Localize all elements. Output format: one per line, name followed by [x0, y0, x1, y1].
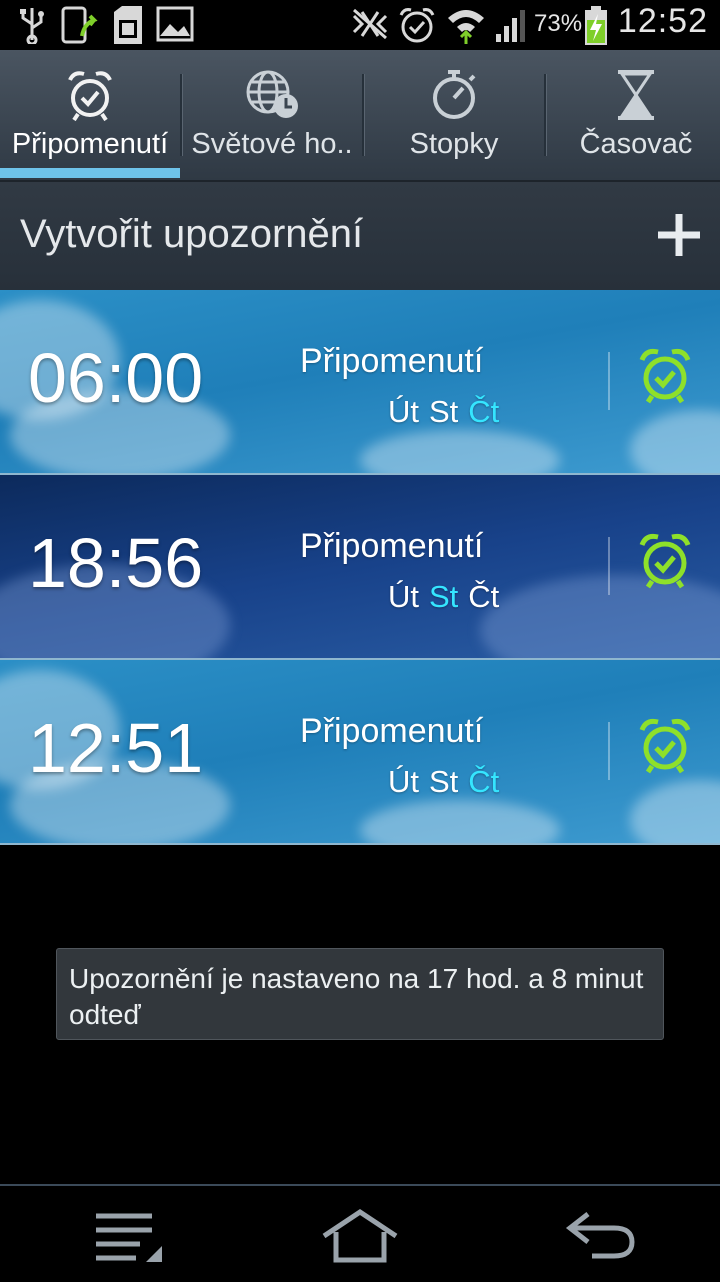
alarm-day: Út — [388, 394, 419, 429]
stopwatch-icon — [433, 70, 476, 119]
alarm-day: Čt — [468, 394, 500, 429]
world-clock-icon — [246, 70, 298, 118]
tab-label: Připomenutí — [11, 128, 169, 160]
toast: Upozornění je nastaveno na 17 hod. a 8 m… — [56, 948, 664, 1040]
sd-card-icon — [114, 6, 142, 44]
tab-label: Časovač — [579, 128, 693, 160]
alarm-name: Připomenutí — [300, 712, 484, 750]
create-alarm-row[interactable]: Vytvořit upozornění — [0, 182, 720, 290]
tab-world-clock[interactable]: Světové ho.. — [182, 50, 362, 180]
alarm-divider — [608, 352, 610, 410]
usb-icon — [20, 8, 44, 44]
phone-upload-icon — [61, 6, 98, 44]
tab-timer[interactable]: Časovač — [546, 50, 720, 180]
clock: 12:52 — [617, 2, 708, 40]
alarm-divider — [608, 537, 610, 595]
alarm-clock-icon — [68, 71, 112, 122]
navigation-bar — [0, 1184, 720, 1282]
alarm-item[interactable]: 18:56 Připomenutí Út St Čt — [0, 475, 720, 660]
alarm-day: Út — [388, 764, 419, 799]
hourglass-icon — [618, 70, 654, 120]
tab-stopwatch[interactable]: Stopky — [364, 50, 544, 180]
alarm-days: Út St Čt — [388, 764, 509, 800]
alarm-name: Připomenutí — [300, 527, 484, 565]
alarm-time: 18:56 — [28, 524, 204, 602]
alarm-time: 12:51 — [28, 709, 204, 787]
alarm-day: St — [429, 394, 459, 429]
alarm-name: Připomenutí — [300, 342, 484, 380]
alarm-days: Út St Čt — [388, 394, 509, 430]
alarm-day: Čt — [468, 764, 500, 799]
alarm-icon — [399, 8, 435, 43]
tab-alarm[interactable]: Připomenutí — [0, 50, 180, 180]
back-icon[interactable] — [562, 1208, 642, 1264]
alarm-item[interactable]: 06:00 Připomenutí Út St Čt — [0, 290, 720, 475]
alarm-toggle-icon[interactable] — [636, 531, 694, 589]
toast-text: Upozornění je nastaveno na 17 hod. a 8 m… — [69, 963, 644, 1030]
battery-percent: 73% — [534, 10, 583, 37]
tab-label: Světové ho.. — [191, 128, 353, 160]
wifi-icon — [448, 10, 484, 44]
alarm-day: Út — [388, 579, 419, 614]
active-tab-indicator — [0, 168, 180, 178]
home-icon[interactable] — [320, 1208, 400, 1264]
menu-icon[interactable] — [90, 1208, 170, 1264]
alarm-day: St — [429, 579, 459, 614]
alarm-days: Út St Čt — [388, 579, 509, 615]
alarm-time: 06:00 — [28, 339, 204, 417]
signal-icon — [496, 10, 525, 42]
status-bar: 73% 12:52 — [0, 0, 720, 50]
alarm-day: St — [429, 764, 459, 799]
mute-icon — [352, 8, 388, 40]
tab-label: Stopky — [409, 128, 499, 160]
alarm-toggle-icon[interactable] — [636, 716, 694, 774]
create-alarm-label: Vytvořit upozornění — [20, 212, 364, 256]
plus-icon[interactable] — [656, 212, 702, 258]
battery-charging-icon — [585, 6, 607, 45]
alarm-divider — [608, 722, 610, 780]
alarm-day: Čt — [468, 579, 500, 614]
image-icon — [156, 6, 194, 42]
alarm-toggle-icon[interactable] — [636, 346, 694, 404]
tab-bar: Připomenutí Světové ho.. Stopky Časovač — [0, 50, 720, 182]
alarm-item[interactable]: 12:51 Připomenutí Út St Čt — [0, 660, 720, 845]
